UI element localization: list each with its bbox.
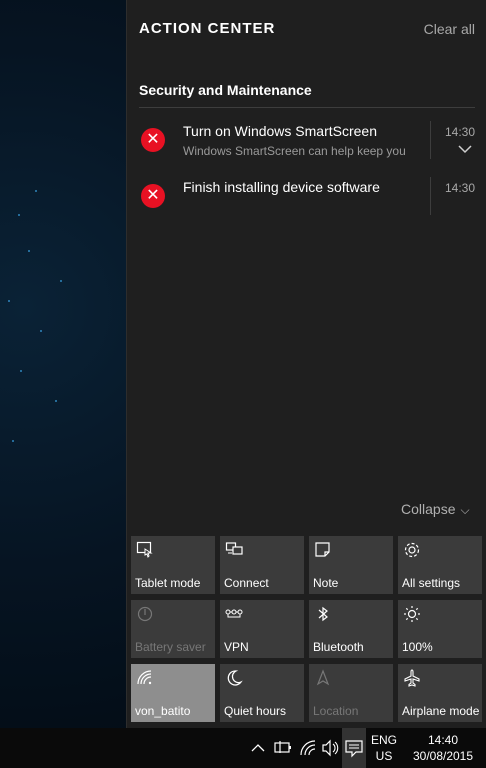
group-divider — [139, 107, 475, 108]
taskbar-clock[interactable]: 14:40 30/08/2015 — [408, 732, 478, 764]
settings-gear-icon — [403, 541, 421, 559]
error-icon: ✕ — [141, 184, 165, 208]
airplane-icon — [403, 669, 421, 687]
brightness-icon — [403, 605, 421, 623]
region-code: US — [375, 749, 393, 763]
network-wifi-icon[interactable] — [297, 728, 319, 768]
notification-title: Finish installing device software — [183, 179, 380, 195]
tile-label: Bluetooth — [313, 640, 364, 654]
taskbar: ENG US 14:40 30/08/2015 — [0, 728, 486, 768]
tile-label: All settings — [402, 576, 461, 590]
tile-label: Battery saver — [135, 640, 206, 654]
clock-date: 30/08/2015 — [412, 749, 474, 763]
quick-action-note[interactable]: Note — [309, 536, 393, 594]
clock-time: 14:40 — [427, 733, 459, 747]
tile-label: Location — [313, 704, 359, 718]
action-center-title: ACTION CENTER — [139, 20, 276, 37]
note-icon — [314, 541, 332, 559]
notification-smartscreen[interactable]: ✕ Turn on Windows SmartScreen Windows Sm… — [127, 118, 486, 168]
collapse-label: Collapse — [401, 501, 456, 517]
quick-action-connect[interactable]: Connect — [220, 536, 304, 594]
quick-action-quiet-hours[interactable]: Quiet hours — [220, 664, 304, 722]
show-hidden-icons-button[interactable] — [248, 728, 268, 768]
battery-icon[interactable] — [272, 728, 294, 768]
collapse-button[interactable]: Collapse ⌵ — [401, 501, 470, 518]
notification-divider — [430, 177, 431, 215]
notification-title: Turn on Windows SmartScreen — [183, 123, 377, 139]
quick-action-battery-saver[interactable]: Battery saver — [131, 600, 215, 658]
tile-label: Quiet hours — [224, 704, 287, 718]
notification-time: 14:30 — [445, 181, 476, 195]
chevron-down-icon: ⌵ — [460, 503, 470, 517]
vpn-icon — [225, 605, 243, 623]
wifi-icon — [136, 669, 154, 687]
bluetooth-icon — [314, 605, 332, 623]
desktop-wallpaper — [0, 0, 126, 728]
notification-divider — [430, 121, 431, 159]
tile-label: Airplane mode — [402, 704, 480, 718]
chevron-down-icon[interactable] — [458, 142, 472, 156]
tile-label: Tablet mode — [135, 576, 201, 590]
error-icon: ✕ — [141, 128, 165, 152]
action-center-panel: ACTION CENTER Clear all Security and Mai… — [126, 0, 486, 728]
action-center-button[interactable] — [342, 728, 366, 768]
battery-saver-icon — [136, 605, 154, 623]
connect-icon — [225, 541, 243, 559]
location-icon — [314, 669, 332, 687]
tile-label: VPN — [224, 640, 249, 654]
quick-action-tablet-mode[interactable]: Tablet mode — [131, 536, 215, 594]
volume-icon[interactable] — [320, 728, 340, 768]
notification-time: 14:30 — [445, 125, 476, 139]
tile-label: Note — [313, 576, 339, 590]
quick-action-bluetooth[interactable]: Bluetooth — [309, 600, 393, 658]
tablet-mode-icon — [136, 541, 154, 559]
notification-device-software[interactable]: ✕ Finish installing device software 14:3… — [127, 174, 486, 224]
quick-action-vpn[interactable]: VPN — [220, 600, 304, 658]
input-language-indicator[interactable]: ENG US — [366, 732, 402, 764]
language-code: ENG — [370, 733, 397, 747]
moon-icon — [225, 669, 243, 687]
tile-label: von_batito — [135, 704, 191, 718]
notification-body: Windows SmartScreen can help keep you — [183, 144, 406, 158]
tile-label: 100% — [402, 640, 433, 654]
quick-action-brightness[interactable]: 100% — [398, 600, 482, 658]
quick-action-location[interactable]: Location — [309, 664, 393, 722]
clear-all-button[interactable]: Clear all — [424, 21, 475, 37]
quick-action-wifi[interactable]: von_batito — [131, 664, 215, 722]
quick-action-airplane-mode[interactable]: Airplane mode — [398, 664, 482, 722]
notification-group-title[interactable]: Security and Maintenance — [139, 82, 312, 98]
quick-action-all-settings[interactable]: All settings — [398, 536, 482, 594]
tile-label: Connect — [224, 576, 269, 590]
